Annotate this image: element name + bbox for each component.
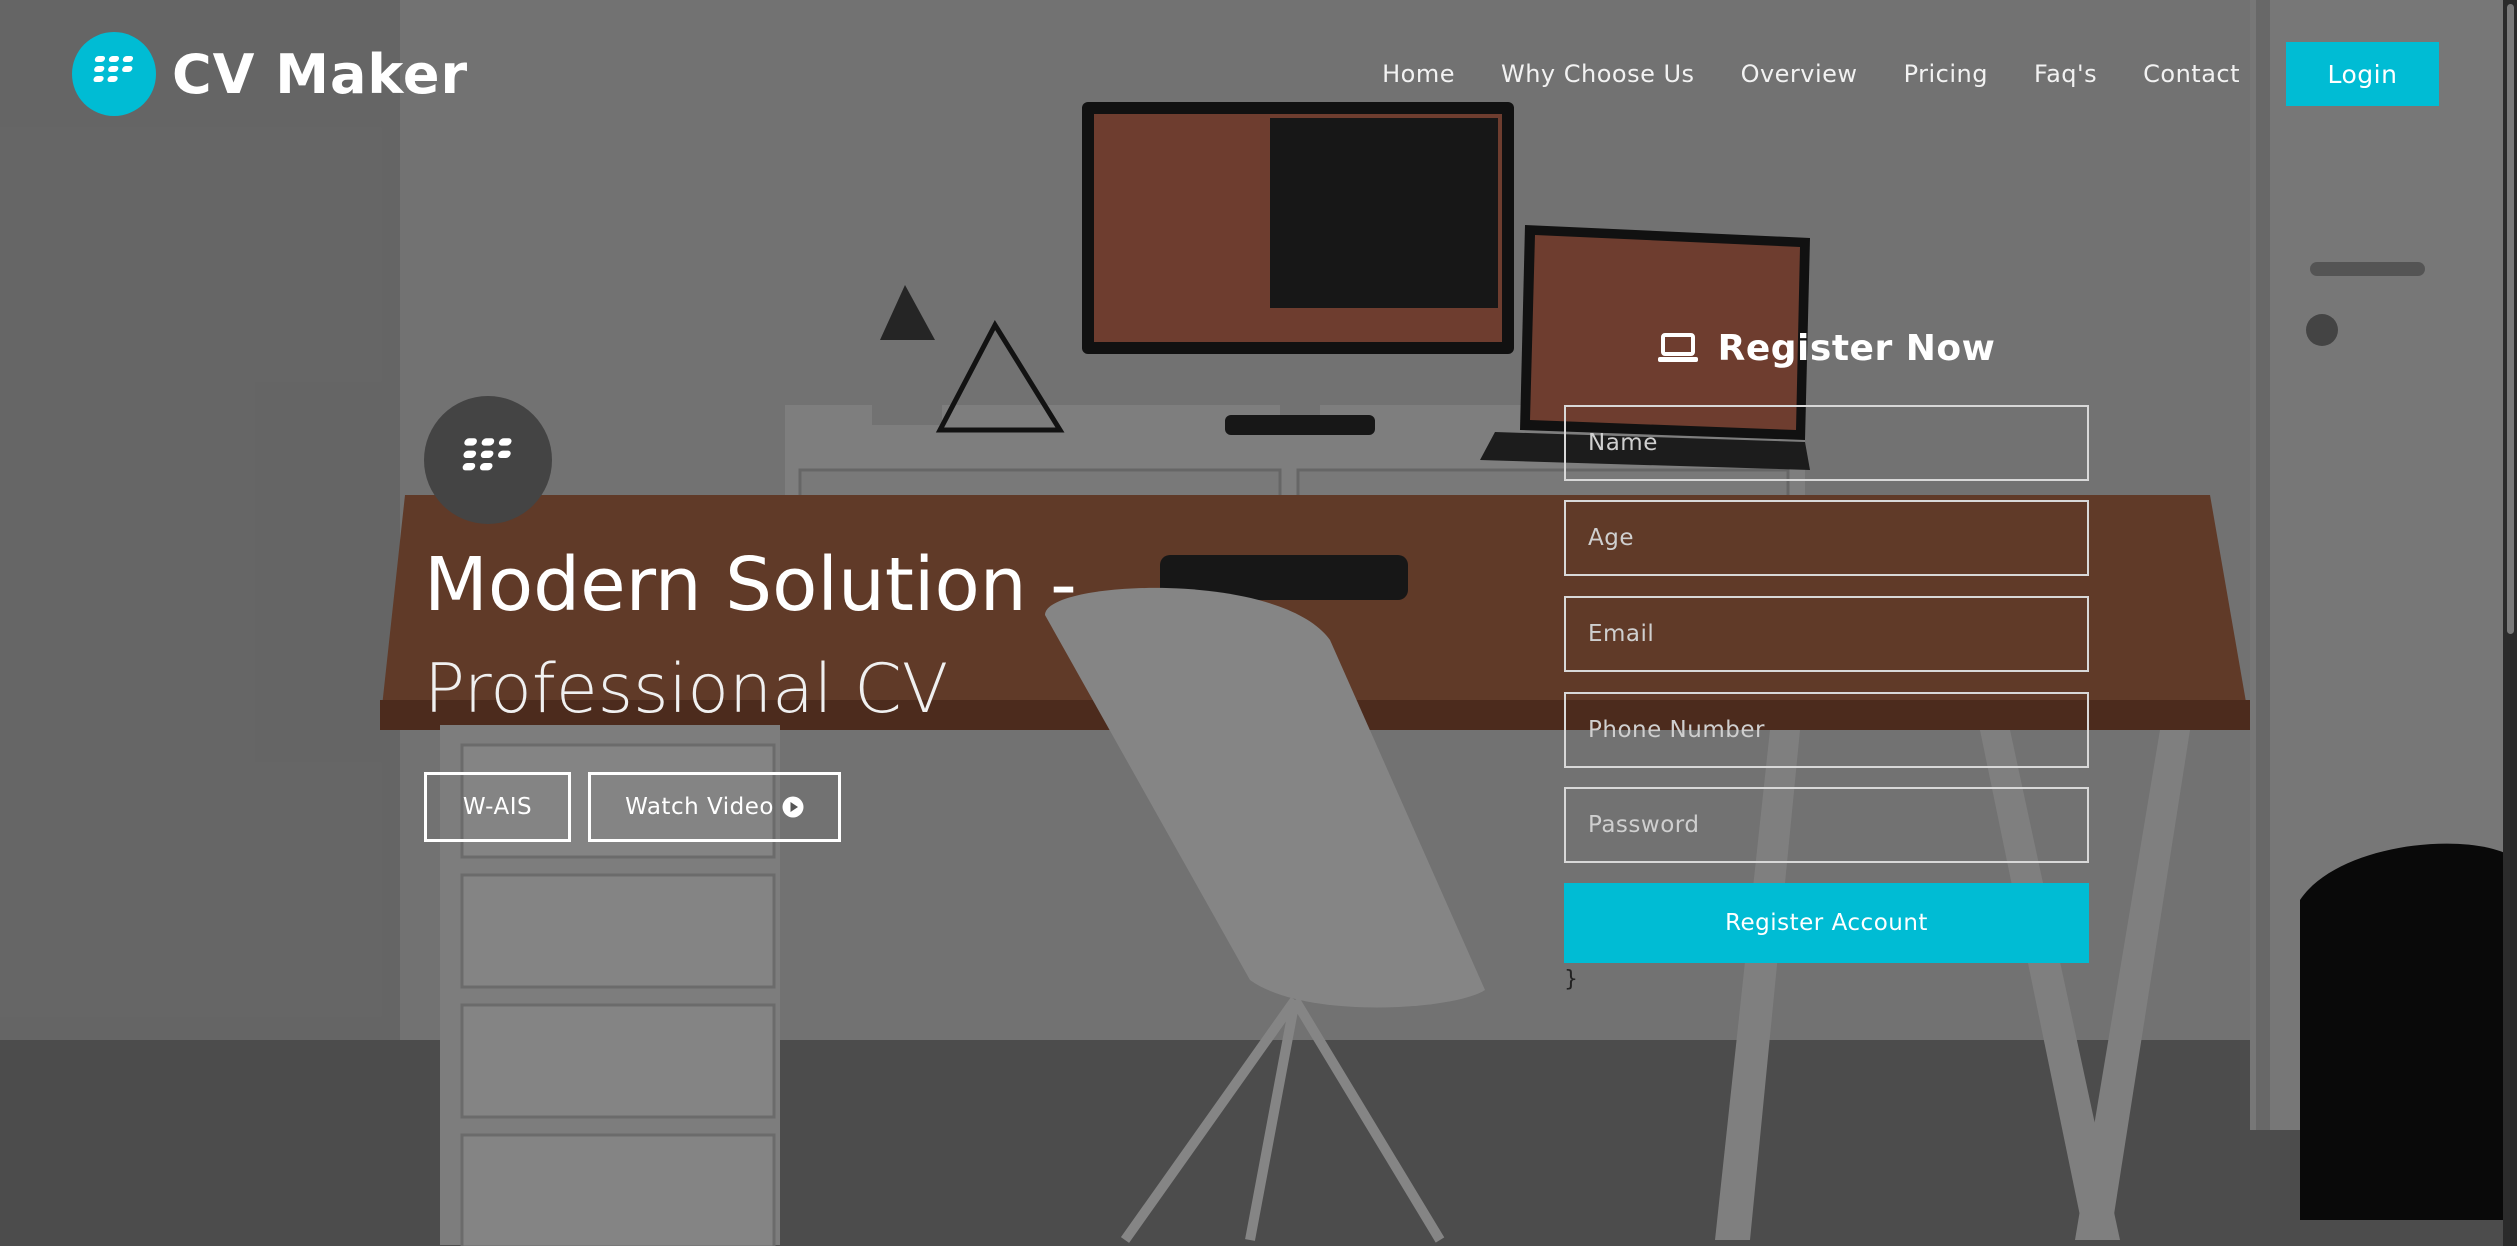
nav-contact[interactable]: Contact [2143,60,2240,88]
hero-title: Modern Solution - [424,542,1077,628]
play-circle-icon [782,796,804,818]
register-title-text: Register Now [1717,327,1996,369]
nav-pricing[interactable]: Pricing [1904,60,1988,88]
blackberry-icon [457,437,519,483]
background-overlay [0,0,2517,1246]
watch-video-button[interactable]: Watch Video [588,772,841,842]
watch-video-label: Watch Video [625,794,774,820]
nav-why-choose-us[interactable]: Why Choose Us [1501,60,1695,88]
page-scrollbar[interactable] [2503,0,2517,1246]
nav-home[interactable]: Home [1382,60,1455,88]
wais-button-label: W-AIS [462,794,533,820]
wais-button[interactable]: W-AIS [424,772,571,842]
laptop-icon [1657,332,1698,364]
nav-overview[interactable]: Overview [1741,60,1858,88]
scrollbar-thumb[interactable] [2507,4,2514,634]
stray-text: } [1564,967,1578,992]
age-field[interactable] [1564,500,2089,576]
nav-faqs[interactable]: Faq's [2034,60,2097,88]
register-title: Register Now [1564,320,2089,376]
blackberry-icon [90,55,138,93]
login-button[interactable]: Login [2286,42,2439,106]
brand-badge [72,32,156,116]
hero-subtitle: Professional CV [424,650,949,729]
hero-buttons: W-AIS Watch Video [424,772,841,842]
register-account-button[interactable]: Register Account [1564,883,2089,963]
hero-badge [424,396,552,524]
password-field[interactable] [1564,787,2089,863]
name-field[interactable] [1564,405,2089,481]
phone-number-field[interactable] [1564,692,2089,768]
brand-logo[interactable]: CV Maker [72,32,468,116]
brand-name: CV Maker [172,42,469,106]
main-nav: Home Why Choose Us Overview Pricing Faq'… [1382,42,2439,106]
email-field[interactable] [1564,596,2089,672]
